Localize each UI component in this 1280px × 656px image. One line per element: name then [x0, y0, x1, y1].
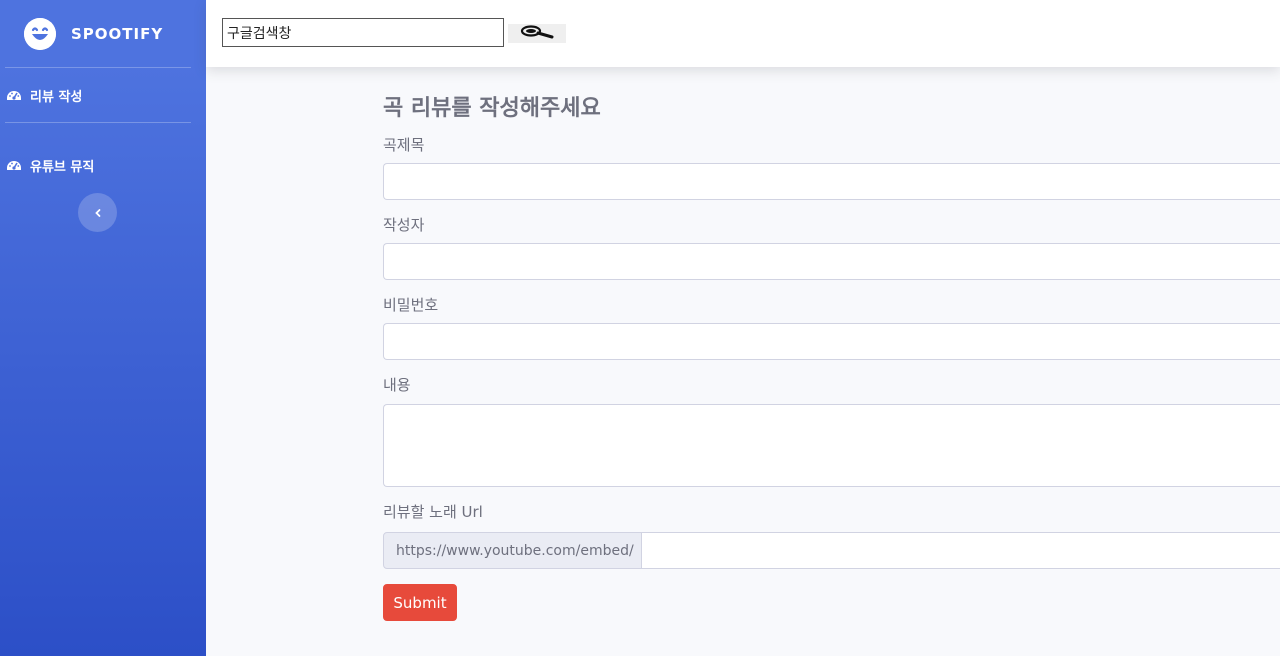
- brand-name: SPOOTIFY: [71, 24, 164, 43]
- search-button[interactable]: [508, 24, 566, 43]
- tachometer-icon: [6, 87, 22, 103]
- url-label: 리뷰할 노래 Url: [383, 503, 483, 521]
- url-field[interactable]: [642, 532, 1280, 569]
- url-prefix: https://www.youtube.com/embed/: [383, 532, 642, 569]
- tachometer-icon: [6, 157, 22, 173]
- submit-button[interactable]: Submit: [383, 584, 457, 621]
- review-form: 곡 리뷰를 작성해주세요 곡제목 작성자 비밀번호 내용 리뷰할 노래 Url …: [383, 67, 1280, 621]
- sidebar-item-label: 리뷰 작성: [30, 89, 83, 105]
- content-label: 내용: [383, 376, 411, 394]
- brand-link[interactable]: SPOOTIFY: [0, 0, 206, 67]
- author-label: 작성자: [383, 216, 425, 234]
- url-input-group: https://www.youtube.com/embed/: [383, 532, 1280, 569]
- sidebar-item-label: 유튜브 뮤직: [30, 159, 95, 175]
- topbar: [206, 0, 1280, 67]
- sidebar-toggle-button[interactable]: [78, 193, 117, 232]
- password-label: 비밀번호: [383, 296, 439, 314]
- song-title-label: 곡제목: [383, 136, 425, 154]
- song-title-field[interactable]: [383, 163, 1280, 200]
- laughing-face-icon: [24, 17, 56, 50]
- search-input[interactable]: [222, 18, 504, 47]
- content-textarea[interactable]: [383, 404, 1280, 487]
- page-title: 곡 리뷰를 작성해주세요: [383, 96, 601, 121]
- magnifier-icon: [519, 25, 555, 42]
- author-field[interactable]: [383, 243, 1280, 280]
- sidebar: SPOOTIFY 리뷰 작성 유튜브 뮤직: [0, 0, 206, 656]
- chevron-left-icon: [93, 203, 103, 222]
- sidebar-item-write-review[interactable]: 리뷰 작성: [0, 68, 206, 122]
- password-field[interactable]: [383, 323, 1280, 360]
